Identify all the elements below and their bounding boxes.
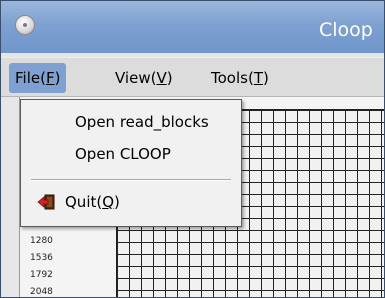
menu-tools-close: ) [262, 69, 269, 87]
menu-separator [31, 179, 231, 181]
menu-file-close: ) [54, 69, 61, 87]
menu-view[interactable]: View(V) [109, 63, 179, 93]
window-title: Cloop [319, 19, 373, 41]
row-label: 2048 [30, 287, 53, 297]
menu-tools-label: Tools( [211, 69, 254, 87]
row-label: 1280 [30, 236, 53, 246]
menu-file-label: File( [15, 69, 46, 87]
menu-file[interactable]: File(F) [9, 63, 67, 93]
menu-view-mnemonic: V [156, 69, 167, 87]
menu-view-close: ) [166, 69, 173, 87]
menu-tools[interactable]: Tools(T) [205, 63, 275, 93]
menu-item-open-cloop[interactable]: Open CLOOP [21, 140, 241, 168]
file-menu-dropdown: Open read_blocks Open CLOOP Quit(Q) [20, 99, 242, 227]
quit-label: Quit( [65, 193, 103, 211]
quit-mnemonic: Q [102, 193, 115, 211]
row-label: 1792 [30, 270, 53, 280]
menu-item-open-read-blocks[interactable]: Open read_blocks [21, 108, 241, 136]
menu-view-label: View( [115, 69, 157, 87]
menu-bar: File(F) View(V) Tools(T) [1, 57, 384, 97]
row-label: 1536 [30, 253, 53, 263]
menu-item-quit[interactable]: Quit(Q) [21, 188, 241, 216]
cd-disc-icon [15, 15, 35, 35]
menu-tools-mnemonic: T [253, 69, 263, 87]
title-bar[interactable]: Cloop [1, 1, 384, 53]
exit-door-icon [37, 194, 55, 210]
app-window: Cloop File(F) View(V) Tools(T) 1280 1536… [0, 0, 385, 298]
quit-close: ) [114, 193, 120, 211]
menu-file-mnemonic: F [45, 69, 55, 87]
